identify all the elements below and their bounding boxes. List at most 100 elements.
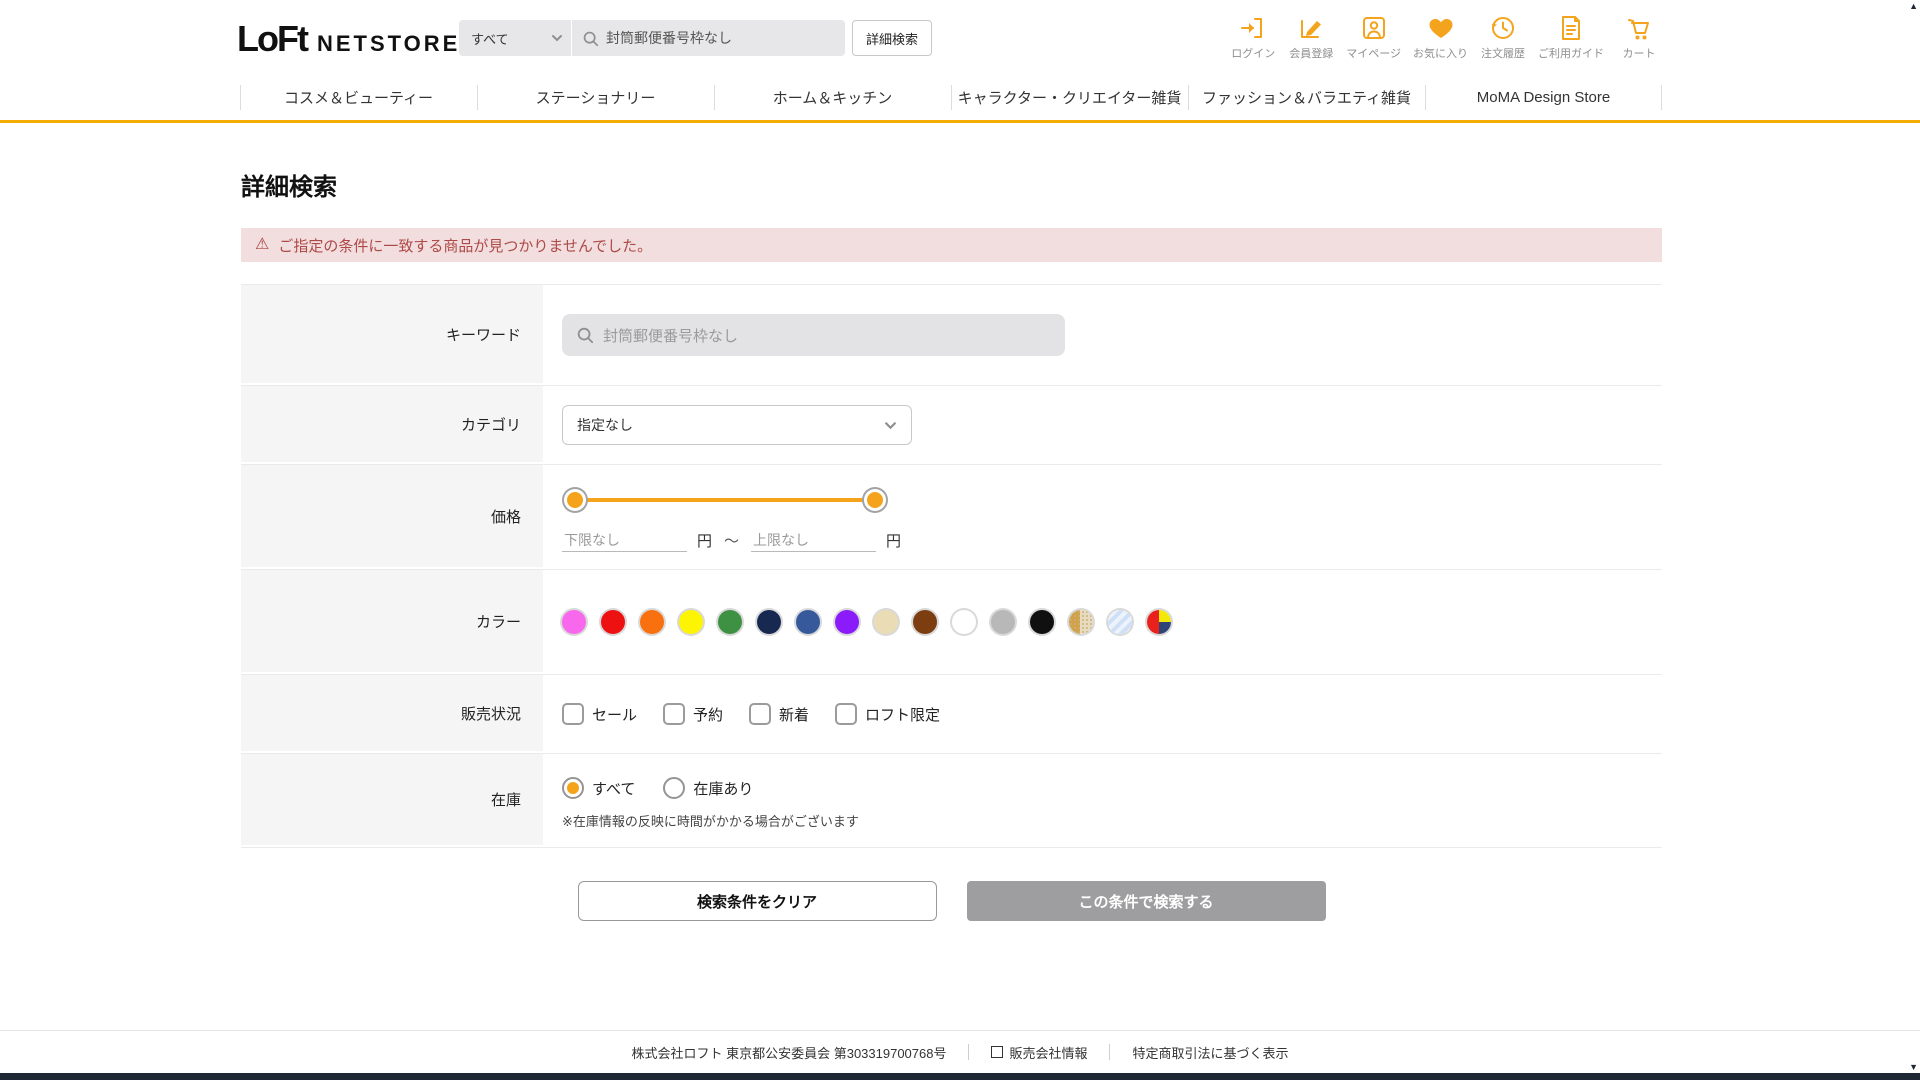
- site-footer: 株式会社ロフト 東京都公安委員会 第303319700768号 販売会社情報 特…: [0, 1030, 1920, 1073]
- color-swatch-gray[interactable]: [991, 610, 1015, 634]
- checkbox-sale[interactable]: [562, 703, 584, 725]
- color-swatches: [562, 610, 1171, 634]
- color-swatch-clear[interactable]: [1108, 610, 1132, 634]
- color-swatch-gold[interactable]: [1069, 610, 1093, 634]
- category-select[interactable]: 指定なし: [562, 405, 912, 445]
- keyword-input[interactable]: [603, 327, 1023, 344]
- color-swatch-green[interactable]: [718, 610, 742, 634]
- header-quick-links: ログイン 会員登録 マイページ お気に入り 注文履歴 ご利用ガイド: [1230, 14, 1662, 61]
- stock-note: ※在庫情報の反映に時間がかかる場合がございます: [562, 811, 859, 830]
- quick-link-favorites[interactable]: お気に入り: [1413, 14, 1468, 61]
- footer-link-commercial-law[interactable]: 特定商取引法に基づく表示: [1132, 1043, 1288, 1062]
- color-swatch-white[interactable]: [952, 610, 976, 634]
- mypage-icon: [1360, 14, 1388, 42]
- building-icon: [991, 1046, 1003, 1058]
- slider-handle-max[interactable]: [867, 492, 883, 508]
- checkbox-label: 予約: [693, 704, 723, 725]
- price-unit-max: 円: [886, 530, 901, 551]
- color-swatch-purple[interactable]: [835, 610, 859, 634]
- search-icon: [576, 326, 594, 344]
- bottom-bar: [0, 1073, 1920, 1080]
- search-input-wrap: [572, 30, 845, 47]
- heart-icon: [1427, 14, 1455, 42]
- color-swatch-blue[interactable]: [796, 610, 820, 634]
- scrollbar[interactable]: ▲ ▼: [1906, 0, 1920, 1073]
- header-search-input[interactable]: [606, 30, 826, 46]
- advanced-search-button[interactable]: 詳細検索: [852, 20, 932, 56]
- form-row-category: カテゴリ 指定なし: [241, 386, 1662, 465]
- checkbox-item-loft-exclusive[interactable]: ロフト限定: [835, 703, 940, 725]
- error-message: ご指定の条件に一致する商品が見つかりませんでした。: [278, 235, 652, 256]
- quick-link-order-history[interactable]: 注文履歴: [1480, 14, 1526, 61]
- footer-link-seller-info[interactable]: 販売会社情報: [991, 1043, 1087, 1062]
- checkbox-reservation[interactable]: [663, 703, 685, 725]
- radio-item-all[interactable]: すべて: [562, 777, 635, 799]
- radio-in-stock[interactable]: [663, 777, 685, 799]
- form-row-status: 販売状況 セール 予約 新着: [241, 675, 1662, 754]
- nav-item-moma-design-store[interactable]: MoMA Design Store: [1425, 75, 1662, 120]
- price-label: 価格: [241, 465, 543, 569]
- checkbox-item-reservation[interactable]: 予約: [663, 703, 723, 725]
- quick-link-label: ログイン: [1231, 45, 1275, 61]
- price-max-input[interactable]: [751, 529, 876, 552]
- quick-link-cart[interactable]: カート: [1616, 14, 1662, 61]
- slider-handle-min[interactable]: [567, 492, 583, 508]
- form-actions: 検索条件をクリア この条件で検索する: [241, 881, 1662, 921]
- clear-conditions-button[interactable]: 検索条件をクリア: [578, 881, 937, 921]
- color-swatch-pink[interactable]: [562, 610, 586, 634]
- quick-link-mypage[interactable]: マイページ: [1346, 14, 1401, 61]
- history-clock-icon: [1489, 14, 1517, 42]
- quick-link-guide[interactable]: ご利用ガイド: [1538, 14, 1604, 61]
- nav-item-cosme-beauty[interactable]: コスメ＆ビューティー: [240, 75, 477, 120]
- search-icon: [582, 30, 599, 47]
- price-unit-min: 円: [697, 530, 712, 551]
- form-row-keyword: キーワード: [241, 285, 1662, 386]
- warning-icon: ⚠: [255, 237, 269, 253]
- footer-link-label: 販売会社情報: [1009, 1043, 1087, 1062]
- search-category-value: すべて: [471, 29, 509, 48]
- checkbox-loft-exclusive[interactable]: [835, 703, 857, 725]
- nav-item-fashion-variety[interactable]: ファッション＆バラエティ雑貨: [1188, 75, 1425, 120]
- nav-item-home-kitchen[interactable]: ホーム＆キッチン: [714, 75, 951, 120]
- keyword-input-wrap: [562, 314, 1065, 356]
- header-search-bar: すべて: [459, 20, 845, 56]
- chevron-down-icon: [551, 32, 563, 44]
- color-swatch-black[interactable]: [1030, 610, 1054, 634]
- color-swatch-multi[interactable]: [1147, 610, 1171, 634]
- status-label: 販売状況: [241, 675, 543, 753]
- color-swatch-yellow[interactable]: [679, 610, 703, 634]
- register-icon: [1297, 14, 1325, 42]
- color-swatch-orange[interactable]: [640, 610, 664, 634]
- color-swatch-beige[interactable]: [874, 610, 898, 634]
- brand-logo[interactable]: LoFt NETSTORE: [237, 18, 460, 60]
- color-swatch-brown[interactable]: [913, 610, 937, 634]
- search-category-select[interactable]: すべて: [459, 20, 571, 56]
- guide-document-icon: [1557, 14, 1585, 42]
- cart-icon: [1625, 14, 1653, 42]
- chevron-down-icon: [884, 419, 897, 432]
- price-separator: ～: [724, 530, 739, 551]
- radio-item-in-stock[interactable]: 在庫あり: [663, 777, 753, 799]
- quick-link-login[interactable]: ログイン: [1230, 14, 1276, 61]
- quick-link-label: 会員登録: [1289, 45, 1333, 61]
- login-icon: [1239, 14, 1267, 42]
- page-title: 詳細検索: [241, 167, 1662, 202]
- radio-all[interactable]: [562, 777, 584, 799]
- checkbox-new[interactable]: [749, 703, 771, 725]
- main-nav: コスメ＆ビューティー ステーショナリー ホーム＆キッチン キャラクター・クリエイ…: [0, 75, 1920, 123]
- search-with-conditions-button[interactable]: この条件で検索する: [967, 881, 1326, 921]
- nav-item-stationery[interactable]: ステーショナリー: [477, 75, 714, 120]
- price-range-slider: [562, 487, 888, 513]
- scrollbar-up-arrow[interactable]: ▲: [1909, 1, 1918, 11]
- quick-link-register[interactable]: 会員登録: [1288, 14, 1334, 61]
- search-form: キーワード カテゴリ 指定なし 価格: [241, 284, 1662, 848]
- color-swatch-navy[interactable]: [757, 610, 781, 634]
- form-row-color: カラー: [241, 570, 1662, 675]
- checkbox-item-new[interactable]: 新着: [749, 703, 809, 725]
- checkbox-item-sale[interactable]: セール: [562, 703, 637, 725]
- scrollbar-down-arrow[interactable]: ▼: [1909, 1062, 1918, 1072]
- footer-divider: [1109, 1044, 1110, 1060]
- nav-item-character-creator[interactable]: キャラクター・クリエイター雑貨: [951, 75, 1188, 120]
- price-min-input[interactable]: [562, 529, 687, 552]
- color-swatch-red[interactable]: [601, 610, 625, 634]
